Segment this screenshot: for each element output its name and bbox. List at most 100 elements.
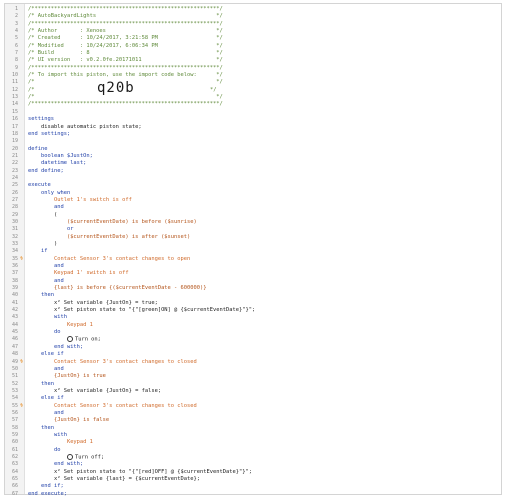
command-icon [66, 336, 73, 343]
code-text: Outlet 1's switch is off [28, 196, 132, 203]
code-line: 1 /**************************************… [5, 6, 501, 13]
code-line: 24 [5, 175, 501, 182]
code-line: 6 /* Modified : 10/24/2017, 6:06:34 PM */ [5, 43, 501, 50]
code-line: 34 if [5, 248, 501, 255]
command-label: Turn on; [74, 336, 101, 343]
line-number: 50 [11, 365, 18, 372]
line-number: 28 [11, 204, 18, 211]
line-number: 7 [14, 50, 18, 57]
code-line: 9 /**************************************… [5, 65, 501, 72]
code-text: end with; [28, 461, 84, 468]
code-line: 46 Turn on; [5, 336, 501, 343]
code-line: 21 boolean $JustOn; [5, 153, 501, 160]
code-text: ( [28, 211, 58, 218]
code-text: ($currentEventDate) is before ($sunrise) [28, 218, 197, 225]
code-text: Contact Sensor 3's contact changes to op… [28, 255, 191, 262]
line-number: 10 [11, 72, 18, 79]
code-text: then [28, 380, 54, 387]
code-line: 2 /* AutoBackyardLights */ [5, 13, 501, 20]
code-text: end if; [28, 483, 64, 490]
code-line: 17 disable automatic piston state; [5, 124, 501, 131]
code-line: 40 then [5, 292, 501, 299]
code-text: x² Set variable {JustOn} = false; [28, 387, 162, 394]
line-number: 63 [11, 461, 18, 468]
code-line: 63 end with; [5, 461, 501, 468]
code-text: end execute; [28, 490, 67, 497]
code-line: 56 and [5, 410, 501, 417]
code-line: 42 x² Set piston state to "{"[green]ON] … [5, 307, 501, 314]
code-line: 25 execute [5, 182, 501, 189]
code-line: 58 then [5, 425, 501, 432]
code-text: else if [28, 395, 64, 402]
line-number: 23 [11, 167, 18, 174]
line-number: 39 [11, 285, 18, 292]
code-text: /* Build : 8 */ [28, 50, 223, 57]
line-number: 8 [14, 57, 18, 64]
line-number: 19 [11, 138, 18, 145]
line-number: 40 [11, 292, 18, 299]
code-line: 28 and [5, 204, 501, 211]
line-number: 27 [11, 196, 18, 203]
line-number: 57 [11, 417, 18, 424]
trigger-marker-icon: ϟ [19, 402, 23, 409]
code-line: 5 /* Created : 10/24/2017, 3:21:58 PM */ [5, 35, 501, 42]
code-text: then [28, 424, 54, 431]
code-text: Keypad 1 [28, 439, 93, 446]
line-number: 14 [11, 101, 18, 108]
line-number: 54 [11, 395, 18, 402]
code-line: 53 x² Set variable {JustOn} = false; [5, 388, 501, 395]
code-line: 8 /* UI version : v0.2.0fe.20171011 */ [5, 57, 501, 64]
line-number: 16 [11, 116, 18, 123]
code-line: 65 x² Set variable {last} = {$currentEve… [5, 476, 501, 483]
code-line: 52 then [5, 381, 501, 388]
code-text: if [28, 248, 48, 255]
code-text: /* Created : 10/24/2017, 3:21:58 PM */ [28, 35, 223, 42]
code-text: do [28, 329, 61, 336]
line-number: 41 [11, 299, 18, 306]
line-number: 61 [11, 446, 18, 453]
code-text: ) [28, 241, 58, 247]
line-number: 5 [14, 35, 18, 42]
code-line: 22 datetime last; [5, 160, 501, 167]
line-number: 42 [11, 307, 18, 314]
line-number: 3 [14, 20, 18, 27]
code-line: 66 end if; [5, 483, 501, 490]
line-number: 35 [11, 255, 18, 262]
code-line: 19 [5, 138, 501, 145]
code-text: /***************************************… [28, 101, 223, 108]
code-line: 29 ( [5, 212, 501, 219]
code-line: 36 and [5, 263, 501, 270]
code-text: and [28, 204, 64, 211]
line-number: 37 [11, 270, 18, 277]
code-text: /* [28, 86, 35, 93]
code-text: /* UI version : v0.2.0fe.20171011 */ [28, 57, 223, 64]
line-number: 64 [11, 468, 18, 475]
code-line: 50 and [5, 366, 501, 373]
code-text: then [28, 292, 54, 299]
line-number: 9 [14, 64, 18, 71]
line-number: 30 [11, 218, 18, 225]
code-line: 54 else if [5, 395, 501, 402]
line-number: 48 [11, 351, 18, 358]
code-line: 49 ϟ Contact Sensor 3's contact changes t… [5, 359, 501, 366]
code-line: 44 Keypad 1 [5, 322, 501, 329]
code-text: disable automatic piston state; [28, 123, 142, 130]
line-number: 45 [11, 329, 18, 336]
code-text: /***************************************… [28, 20, 223, 27]
code-line: 39 {last} is before {($currentEventDate … [5, 285, 501, 292]
code-line: 26 only when [5, 190, 501, 197]
code-line: 47 end with; [5, 344, 501, 351]
code-line: 14 /*************************************… [5, 101, 501, 108]
line-number: 29 [11, 211, 18, 218]
code-line: 16 settings [5, 116, 501, 123]
code-line: 10 /* To import this piston, use the impo… [5, 72, 501, 79]
code-line: 62 Turn off; [5, 453, 501, 461]
code-line: 45 do [5, 329, 501, 336]
line-number: 24 [11, 174, 18, 181]
code-text: /***************************************… [28, 6, 223, 12]
code-line: 37 Keypad 1' switch is off [5, 270, 501, 277]
line-number: 60 [11, 439, 18, 446]
line-number: 20 [11, 145, 18, 152]
code-line: 4 /* Author : Xenoes */ [5, 28, 501, 35]
code-line: 18 end settings; [5, 131, 501, 138]
